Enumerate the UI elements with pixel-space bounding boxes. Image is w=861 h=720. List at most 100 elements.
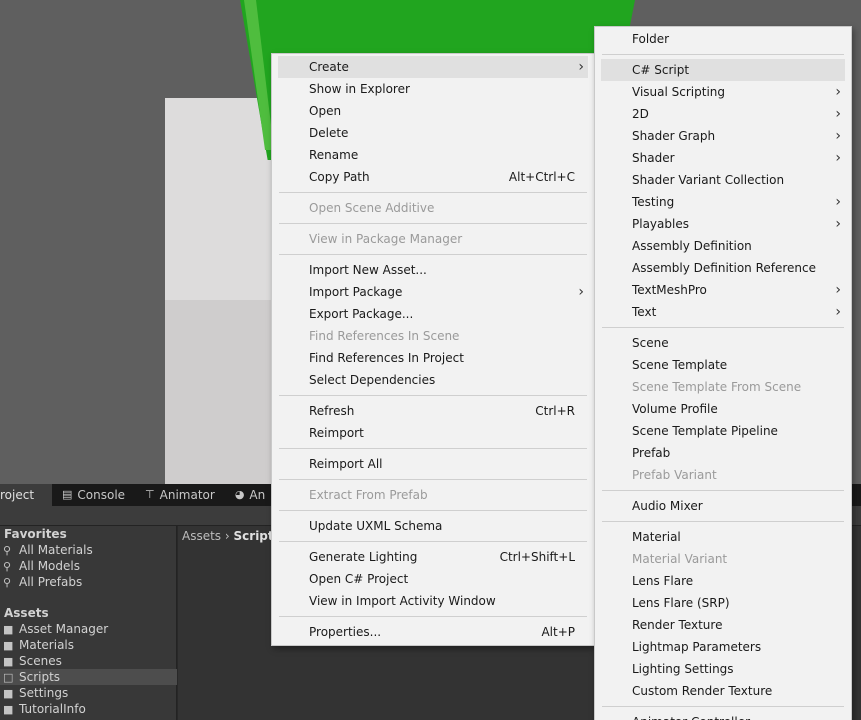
menu-item-properties[interactable]: Properties... Alt+P — [278, 621, 588, 643]
breadcrumb-root[interactable]: Assets — [182, 529, 221, 543]
menu-item-label: Scene — [632, 336, 669, 350]
menu-item-open-scene-additive: Open Scene Additive — [278, 197, 588, 219]
menu-item-refresh[interactable]: Refresh Ctrl+R — [278, 400, 588, 422]
menu-item-label: Open — [309, 104, 342, 118]
favorite-item[interactable]: ⚲ All Models — [0, 558, 177, 574]
tab-animation[interactable]: ◕ An — [225, 484, 275, 506]
submenu-item-prefab[interactable]: Prefab — [601, 442, 845, 464]
submenu-item-animator-controller[interactable]: Animator Controller — [601, 711, 845, 720]
menu-item-view-in-import-activity-window[interactable]: View in Import Activity Window — [278, 590, 588, 612]
submenu-item-material[interactable]: Material — [601, 526, 845, 548]
submenu-item-scene-template[interactable]: Scene Template — [601, 354, 845, 376]
breadcrumb: Assets › Scripts — [182, 528, 281, 544]
menu-separator — [602, 706, 844, 707]
tab-animator-label: Animator — [159, 488, 215, 502]
menu-item-label: 2D — [632, 107, 649, 121]
submenu-item-render-texture[interactable]: Render Texture — [601, 614, 845, 636]
menu-item-label: Lens Flare (SRP) — [632, 596, 730, 610]
menu-item-select-dependencies[interactable]: Select Dependencies — [278, 369, 588, 391]
submenu-item-audio-mixer[interactable]: Audio Mixer — [601, 495, 845, 517]
submenu-item-lighting-settings[interactable]: Lighting Settings — [601, 658, 845, 680]
submenu-item-shader[interactable]: Shader › — [601, 147, 845, 169]
menu-item-show-in-explorer[interactable]: Show in Explorer — [278, 78, 588, 100]
submenu-item-2d[interactable]: 2D › — [601, 103, 845, 125]
menu-separator — [279, 395, 587, 396]
folder-item[interactable]: ■ Asset Manager — [0, 621, 177, 637]
menu-item-label: Text — [632, 305, 657, 319]
tab-project[interactable]: roject — [0, 484, 52, 506]
menu-item-label: Testing — [632, 195, 675, 209]
submenu-item-scene-template-pipeline[interactable]: Scene Template Pipeline — [601, 420, 845, 442]
menu-item-find-references-in-project[interactable]: Find References In Project — [278, 347, 588, 369]
chevron-right-icon: › — [835, 304, 841, 320]
menu-separator — [279, 254, 587, 255]
menu-item-label: TextMeshPro — [632, 283, 707, 297]
menu-item-create[interactable]: Create › — [278, 56, 588, 78]
folder-item[interactable]: ■ Settings — [0, 685, 177, 701]
submenu-item-folder[interactable]: Folder — [601, 28, 845, 50]
menu-item-reimport-all[interactable]: Reimport All — [278, 453, 588, 475]
menu-item-export-package[interactable]: Export Package... — [278, 303, 588, 325]
chevron-right-icon: › — [835, 150, 841, 166]
menu-separator — [279, 479, 587, 480]
submenu-item-shader-variant-collection[interactable]: Shader Variant Collection — [601, 169, 845, 191]
folder-label: Scenes — [19, 654, 62, 668]
menu-item-shortcut: Alt+P — [541, 625, 575, 639]
menu-item-label: View in Import Activity Window — [309, 594, 496, 608]
menu-item-label: Find References In Project — [309, 351, 464, 365]
submenu-item-custom-render-texture[interactable]: Custom Render Texture — [601, 680, 845, 702]
menu-item-label: Material — [632, 530, 681, 544]
menu-item-label: Import New Asset... — [309, 263, 427, 277]
tab-animator[interactable]: ⊤ Animator — [135, 484, 225, 506]
menu-item-import-new-asset[interactable]: Import New Asset... — [278, 259, 588, 281]
submenu-item-text[interactable]: Text › — [601, 301, 845, 323]
menu-item-delete[interactable]: Delete — [278, 122, 588, 144]
menu-item-open[interactable]: Open — [278, 100, 588, 122]
submenu-item-textmeshpro[interactable]: TextMeshPro › — [601, 279, 845, 301]
menu-item-copy-path[interactable]: Copy Path Alt+Ctrl+C — [278, 166, 588, 188]
tab-animation-label: An — [249, 488, 266, 502]
menu-item-generate-lighting[interactable]: Generate Lighting Ctrl+Shift+L — [278, 546, 588, 568]
folder-item[interactable]: ■ Scenes — [0, 653, 177, 669]
folder-icon: ■ — [3, 687, 14, 700]
submenu-item-csharp-script[interactable]: C# Script — [601, 59, 845, 81]
menu-item-label: Volume Profile — [632, 402, 718, 416]
submenu-item-assembly-definition[interactable]: Assembly Definition — [601, 235, 845, 257]
favorite-item[interactable]: ⚲ All Prefabs — [0, 574, 177, 590]
submenu-item-volume-profile[interactable]: Volume Profile — [601, 398, 845, 420]
favorites-header[interactable]: Favorites — [0, 526, 177, 542]
menu-item-extract-from-prefab: Extract From Prefab — [278, 484, 588, 506]
folder-item[interactable]: ■ Materials — [0, 637, 177, 653]
tab-console[interactable]: ▤ Console — [52, 484, 135, 506]
menu-item-label: Lens Flare — [632, 574, 694, 588]
menu-item-update-uxml-schema[interactable]: Update UXML Schema — [278, 515, 588, 537]
submenu-item-scene[interactable]: Scene — [601, 332, 845, 354]
submenu-item-playables[interactable]: Playables › — [601, 213, 845, 235]
menu-item-label: Properties... — [309, 625, 382, 639]
folder-item-selected[interactable]: □ Scripts — [0, 669, 177, 685]
favorite-item[interactable]: ⚲ All Materials — [0, 542, 177, 558]
menu-item-label: Assembly Definition — [632, 239, 752, 253]
submenu-item-assembly-definition-reference[interactable]: Assembly Definition Reference — [601, 257, 845, 279]
menu-item-rename[interactable]: Rename — [278, 144, 588, 166]
menu-item-label: Import Package — [309, 285, 403, 299]
submenu-item-prefab-variant: Prefab Variant — [601, 464, 845, 486]
folder-item[interactable]: ■ TutorialInfo — [0, 701, 177, 717]
submenu-item-shader-graph[interactable]: Shader Graph › — [601, 125, 845, 147]
assets-header[interactable]: Assets — [0, 605, 177, 621]
project-folder-tree: Favorites ⚲ All Materials ⚲ All Models ⚲ Al… — [0, 526, 177, 720]
tab-console-label: Console — [77, 488, 126, 502]
submenu-item-lens-flare-srp[interactable]: Lens Flare (SRP) — [601, 592, 845, 614]
submenu-item-visual-scripting[interactable]: Visual Scripting › — [601, 81, 845, 103]
chevron-right-icon: › — [835, 128, 841, 144]
menu-item-open-csharp-project[interactable]: Open C# Project — [278, 568, 588, 590]
menu-item-reimport[interactable]: Reimport — [278, 422, 588, 444]
chevron-right-icon: › — [835, 84, 841, 100]
menu-item-label: Assembly Definition Reference — [632, 261, 817, 275]
submenu-item-lens-flare[interactable]: Lens Flare — [601, 570, 845, 592]
submenu-item-testing[interactable]: Testing › — [601, 191, 845, 213]
submenu-item-lightmap-parameters[interactable]: Lightmap Parameters — [601, 636, 845, 658]
menu-separator — [602, 490, 844, 491]
menu-item-import-package[interactable]: Import Package › — [278, 281, 588, 303]
menu-item-shortcut: Alt+Ctrl+C — [508, 170, 575, 184]
